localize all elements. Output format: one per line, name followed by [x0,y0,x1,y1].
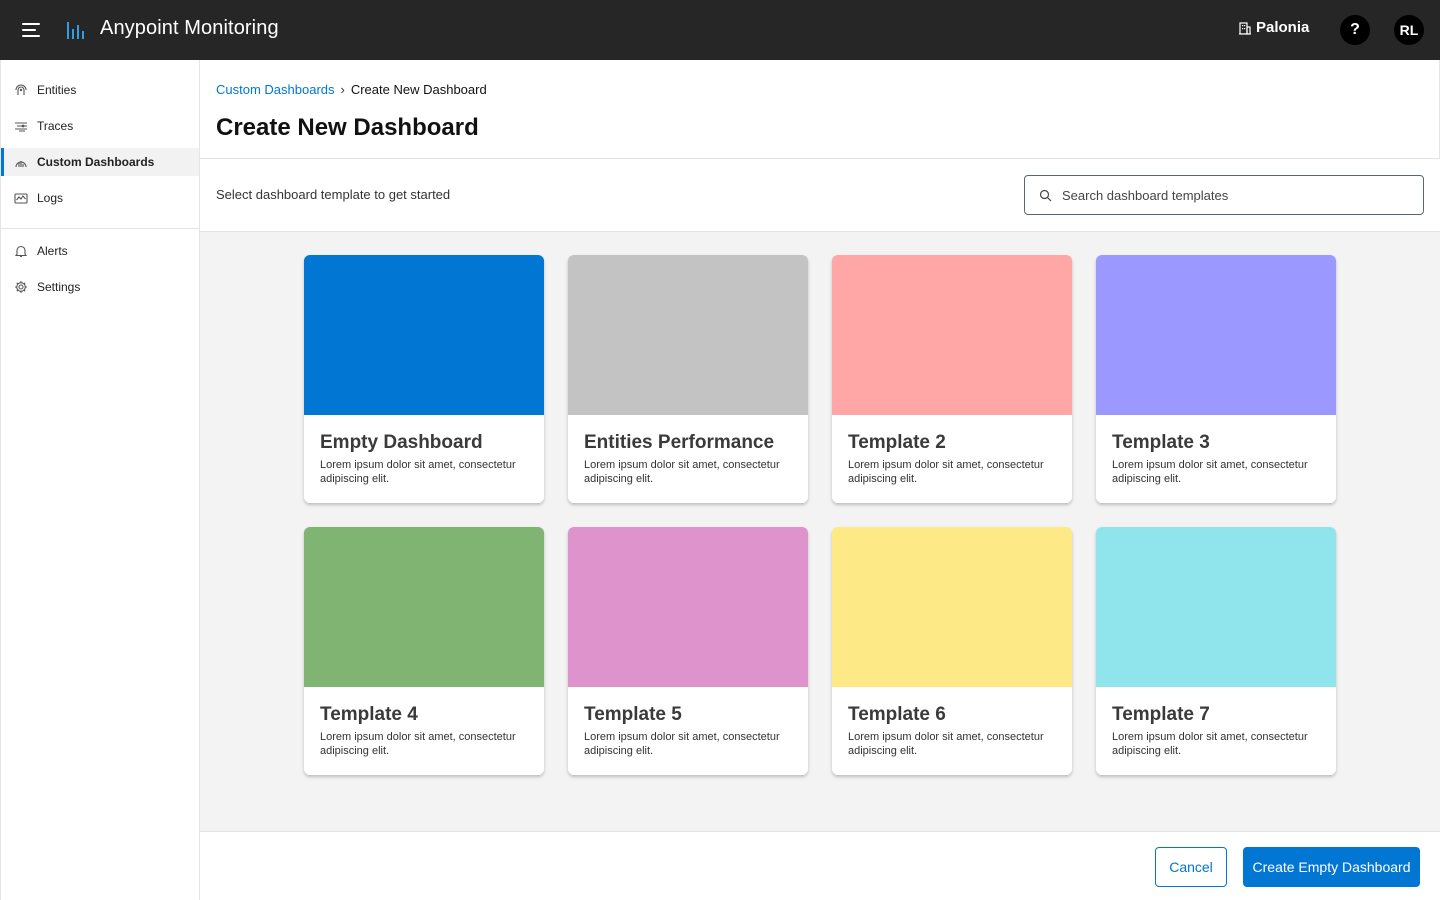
page-title: Create New Dashboard [216,114,479,141]
template-description: Lorem ipsum dolor sit amet, consectetur … [584,459,780,485]
sidebar-item-label: Alerts [37,244,68,258]
template-thumbnail [568,527,808,687]
template-thumbnail [304,527,544,687]
template-title: Template 5 [584,704,682,725]
logs-icon [13,190,29,206]
page-header: Custom Dashboards › Create New Dashboard… [200,60,1440,159]
template-card-template-5[interactable]: Template 5 Lorem ipsum dolor sit amet, c… [568,527,808,775]
template-card-template-3[interactable]: Template 3 Lorem ipsum dolor sit amet, c… [1096,255,1336,503]
dashboard-icon [13,154,29,170]
template-instructions: Select dashboard template to get started [216,187,451,202]
app-title: Anypoint Monitoring [100,17,279,39]
template-grid: Empty Dashboard Lorem ipsum dolor sit am… [304,255,1336,775]
bell-icon [13,243,29,259]
sidebar-item-label: Settings [37,280,81,294]
template-card-empty-dashboard[interactable]: Empty Dashboard Lorem ipsum dolor sit am… [304,255,544,503]
template-title: Template 7 [1112,704,1210,725]
org-switcher[interactable]: Palonia [1238,19,1309,36]
search-box[interactable] [1024,175,1424,215]
building-icon [1239,21,1251,35]
template-thumbnail [568,255,808,415]
template-title: Template 4 [320,704,418,725]
breadcrumb: Custom Dashboards › Create New Dashboard [216,82,487,97]
cancel-button[interactable]: Cancel [1155,847,1227,887]
template-title: Template 6 [848,704,946,725]
template-title: Template 2 [848,432,946,453]
template-toolbar: Select dashboard template to get started [200,159,1440,232]
search-icon [1039,189,1052,201]
template-description: Lorem ipsum dolor sit amet, consectetur … [320,459,516,485]
template-card-template-4[interactable]: Template 4 Lorem ipsum dolor sit amet, c… [304,527,544,775]
template-card-template-6[interactable]: Template 6 Lorem ipsum dolor sit amet, c… [832,527,1072,775]
sidebar: Entities Traces Custom Dashboards Logs A… [0,60,200,900]
sidebar-item-label: Logs [37,191,64,205]
traces-icon [13,118,29,134]
template-description: Lorem ipsum dolor sit amet, consectetur … [1112,731,1308,757]
help-button[interactable]: ? [1340,15,1370,45]
sidebar-item-settings[interactable]: Settings [1,273,199,301]
template-gallery: Empty Dashboard Lorem ipsum dolor sit am… [200,232,1440,831]
sidebar-item-label: Traces [37,119,74,133]
sidebar-divider [1,228,199,229]
breadcrumb-custom-dashboards-link[interactable]: Custom Dashboards [216,82,335,97]
chevron-right-icon: › [340,82,345,97]
sidebar-item-custom-dashboards[interactable]: Custom Dashboards [1,148,199,176]
template-card-template-2[interactable]: Template 2 Lorem ipsum dolor sit amet, c… [832,255,1072,503]
template-description: Lorem ipsum dolor sit amet, consectetur … [848,731,1044,757]
template-title: Entities Performance [584,432,775,453]
gear-icon [13,279,29,295]
hamburger-menu-icon[interactable] [20,19,42,41]
template-card-template-7[interactable]: Template 7 Lorem ipsum dolor sit amet, c… [1096,527,1336,775]
user-avatar[interactable]: RL [1394,15,1424,45]
template-description: Lorem ipsum dolor sit amet, consectetur … [1112,459,1308,485]
sidebar-item-traces[interactable]: Traces [1,112,199,140]
template-thumbnail [832,527,1072,687]
entities-icon [13,82,29,98]
breadcrumb-current: Create New Dashboard [350,82,487,97]
create-empty-dashboard-button[interactable]: Create Empty Dashboard [1243,847,1420,887]
sidebar-item-entities[interactable]: Entities [1,76,199,104]
sidebar-item-alerts[interactable]: Alerts [1,237,199,265]
search-input[interactable] [1062,187,1402,203]
template-description: Lorem ipsum dolor sit amet, consectetur … [320,731,516,757]
template-title: Template 3 [1112,432,1210,453]
template-thumbnail [1096,527,1336,687]
sidebar-item-label: Entities [37,83,77,97]
top-bar: Anypoint Monitoring Palonia ? RL [0,0,1440,60]
bar-chart-icon [67,22,84,39]
template-thumbnail [304,255,544,415]
template-title: Empty Dashboard [320,432,483,453]
footer-actions: Cancel Create Empty Dashboard [200,831,1440,900]
template-description: Lorem ipsum dolor sit amet, consectetur … [848,459,1044,485]
sidebar-item-logs[interactable]: Logs [1,184,199,212]
template-thumbnail [1096,255,1336,415]
template-thumbnail [832,255,1072,415]
org-name: Palonia [1256,19,1310,36]
template-card-entities-performance[interactable]: Entities Performance Lorem ipsum dolor s… [568,255,808,503]
sidebar-item-label: Custom Dashboards [37,155,155,169]
template-description: Lorem ipsum dolor sit amet, consectetur … [584,731,780,757]
